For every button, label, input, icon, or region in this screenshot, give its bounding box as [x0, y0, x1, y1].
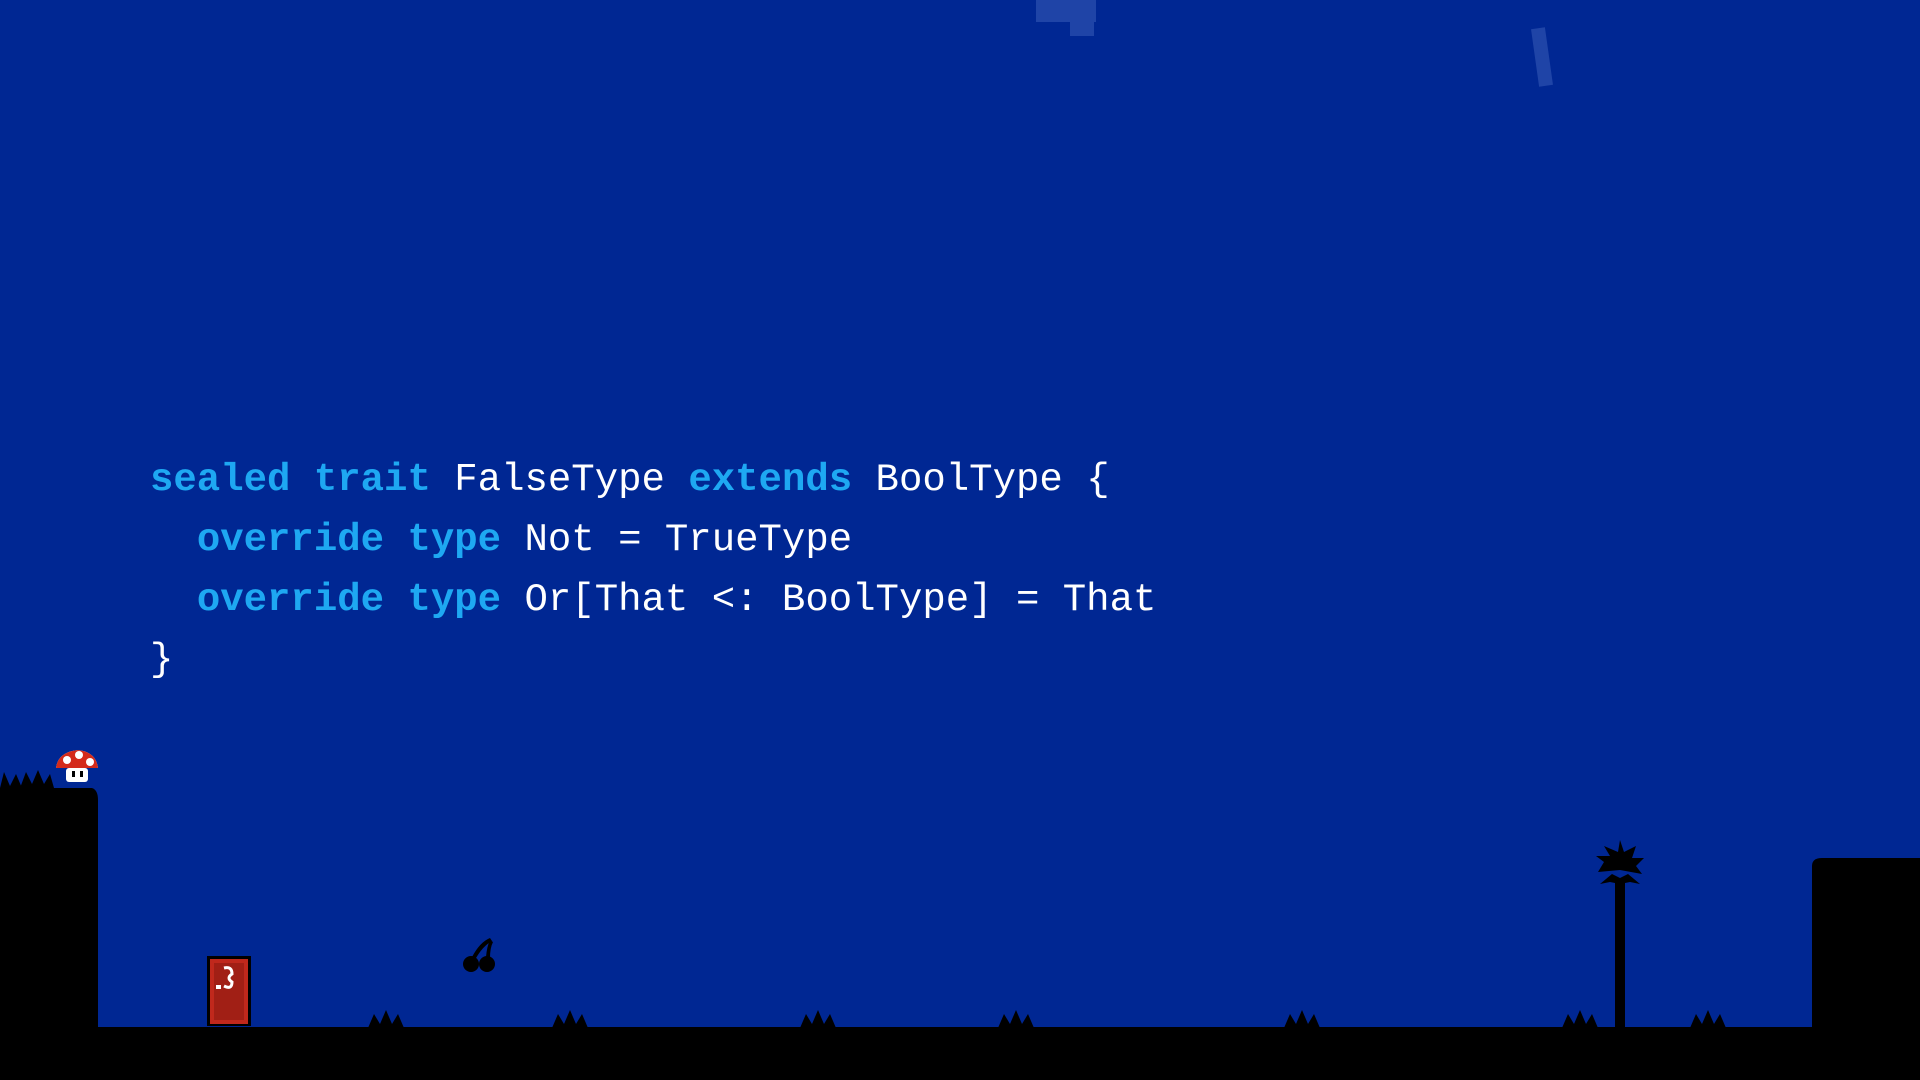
code-text: Or[That <: BoolType] = That — [501, 578, 1157, 622]
floating-sprite-icon — [1036, 0, 1553, 87]
code-text: FalseType — [430, 458, 689, 502]
code-text: BoolType { — [852, 458, 1110, 502]
door-icon — [207, 956, 251, 1026]
code-line: sealed trait FalseType extends BoolType … — [150, 450, 1156, 510]
code-keyword: extends — [688, 458, 853, 502]
code-block: sealed trait FalseType extends BoolType … — [150, 450, 1156, 690]
ground — [0, 1027, 1920, 1080]
cherry-icon — [463, 938, 495, 972]
code-keyword: override — [196, 578, 385, 622]
slide: sealed trait FalseType extends BoolType … — [0, 0, 1920, 1080]
code-text: } — [150, 638, 174, 682]
code-keyword: sealed — [150, 458, 291, 502]
left-cliff — [0, 788, 98, 1080]
code-keyword: type — [407, 518, 502, 562]
code-line: override type Or[That <: BoolType] = Tha… — [150, 570, 1157, 630]
palm-tree-icon — [1596, 840, 1644, 1030]
right-cliff — [1812, 858, 1920, 1080]
code-keyword: trait — [313, 458, 431, 502]
code-text: Not = TrueType — [501, 518, 853, 562]
code-keyword: override — [196, 518, 385, 562]
code-line: } — [150, 630, 1156, 690]
mushroom-icon — [56, 750, 98, 782]
grass-tufts — [368, 1010, 1726, 1028]
code-keyword: type — [407, 578, 502, 622]
grass-tuft-icon — [0, 770, 54, 788]
code-line: override type Not = TrueType — [150, 510, 1156, 570]
